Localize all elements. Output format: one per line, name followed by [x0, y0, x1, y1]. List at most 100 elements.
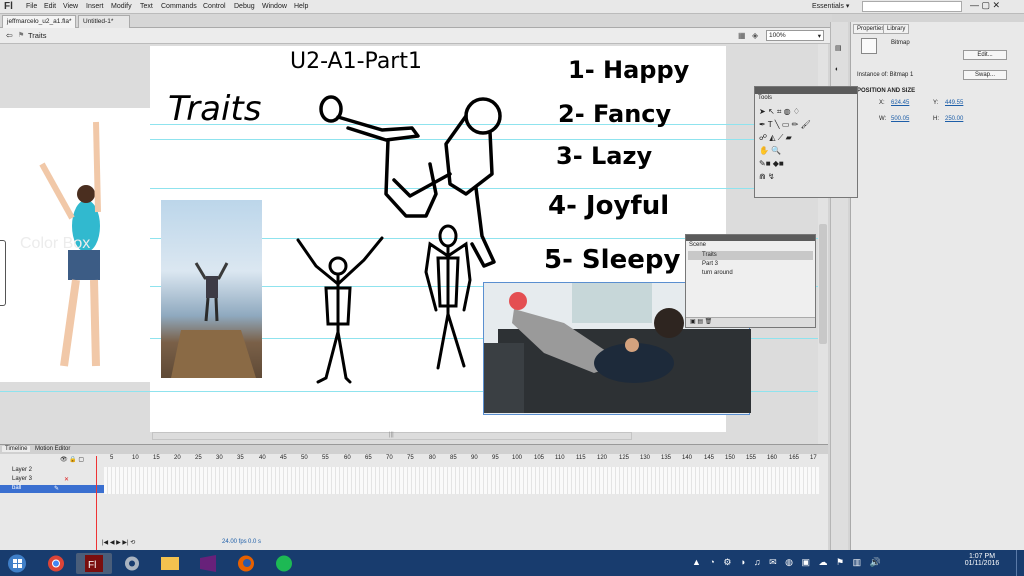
scene-footer-icons[interactable]: ▣ ▤ 🗑: [686, 317, 815, 327]
menu-control[interactable]: Control: [203, 3, 226, 10]
system-tray-icons[interactable]: ▲ ◔ ⚙ ◑ ♫ ✉ ◍ ▣ ☁ ⚑ ▥ 🔊: [692, 557, 884, 568]
eraser-icon[interactable]: ▰: [786, 133, 792, 142]
menu-file[interactable]: File: [26, 3, 37, 10]
layer-row[interactable]: Layer 3 ✕: [0, 476, 104, 484]
menu-edit[interactable]: Edit: [44, 3, 56, 10]
ruler-label: 85: [450, 455, 457, 461]
file-explorer-taskbar-icon[interactable]: [152, 553, 188, 574]
time-readout[interactable]: 0.0 s: [248, 539, 261, 545]
help-search-input[interactable]: [862, 1, 962, 12]
visual-studio-taskbar-icon[interactable]: [190, 553, 226, 574]
photo-woman-stretching[interactable]: Color Box: [0, 108, 150, 382]
zoom-tool-icon[interactable]: 🔍: [771, 146, 781, 155]
layer-row[interactable]: Layer 2: [0, 467, 104, 475]
y-value[interactable]: 449.55: [945, 100, 963, 106]
text-tool-icon[interactable]: T: [768, 120, 773, 129]
tools-titlebar[interactable]: [755, 87, 857, 94]
back-arrow-icon[interactable]: ⇦: [6, 31, 13, 40]
menu-text[interactable]: Text: [140, 3, 153, 10]
fps-readout[interactable]: 24.00 fps: [222, 539, 247, 545]
edit-scene-icon[interactable]: ▦: [738, 31, 746, 40]
tab-timeline[interactable]: Timeline: [2, 446, 31, 452]
pencil-icon[interactable]: ✎: [54, 485, 59, 492]
settings-taskbar-icon[interactable]: [114, 553, 150, 574]
scene-item-part3[interactable]: Part 3: [688, 260, 813, 269]
free-transform-tool-icon[interactable]: ⌗: [777, 107, 782, 116]
selection-tool-icon[interactable]: ➤: [759, 107, 766, 116]
start-button-icon[interactable]: [2, 553, 32, 574]
subselect-tool-icon[interactable]: ↖: [768, 107, 775, 116]
align-icon[interactable]: ▤: [835, 44, 842, 52]
menu-window[interactable]: Window: [262, 3, 287, 10]
drawing-layer[interactable]: U2-A1-Part1 Traits 1- Happy 2- Fancy 3- …: [150, 44, 726, 444]
bone-tool-icon[interactable]: ☍: [759, 133, 767, 142]
ruler-label: 110: [555, 455, 565, 461]
edit-symbol-icon[interactable]: ◈: [752, 31, 758, 40]
fill-color-icon[interactable]: ◆■: [773, 159, 784, 168]
tab-document-main[interactable]: jeffmarcelo_u2_a1.fla*: [2, 15, 76, 28]
eyedropper-icon[interactable]: ⟋: [778, 133, 784, 142]
trait-item-5: 5- Sleepy: [544, 245, 680, 275]
stroke-color-icon[interactable]: ✎■: [759, 159, 771, 168]
layer-row-selected[interactable]: ball ✎: [0, 485, 104, 493]
tool-grid[interactable]: ➤ ↖ ⌗ ◍ ♢ ✒ T ╲ ▭ ✏ 🖌 ☍ ◭ ⟋ ▰ ✋ 🔍 ✎■ ◆■ …: [759, 105, 855, 183]
ruler-label: 10: [132, 455, 139, 461]
menu-view[interactable]: View: [63, 3, 78, 10]
rectangle-tool-icon[interactable]: ▭: [782, 120, 790, 129]
workspace-selector[interactable]: Essentials ▾: [812, 2, 849, 10]
chrome-taskbar-icon[interactable]: [38, 553, 74, 574]
ruler-label: 100: [512, 455, 523, 461]
snap-icon[interactable]: ⋒: [759, 172, 766, 181]
scene-titlebar[interactable]: [686, 235, 815, 241]
hand-tool-icon[interactable]: ✋: [759, 146, 769, 155]
window-controls-icon[interactable]: — ▢ ✕: [970, 0, 1000, 11]
position-size-section: POSITION AND SIZE: [857, 88, 916, 94]
flash-taskbar-icon[interactable]: Fl: [76, 553, 112, 574]
tab-library[interactable]: Library: [883, 24, 910, 34]
playhead[interactable]: [96, 456, 97, 550]
scene-title: Scene: [689, 242, 707, 248]
playback-controls-icon[interactable]: |◀ ◀ ▶ ▶| ⟲: [102, 539, 135, 546]
hidden-x-icon[interactable]: ✕: [64, 476, 69, 483]
line-tool-icon[interactable]: ╲: [775, 120, 780, 129]
w-value[interactable]: 500.05: [891, 116, 909, 122]
tab-document-untitled[interactable]: Untitled-1*: [78, 15, 130, 28]
scene-item-turn-around[interactable]: turn around: [688, 269, 813, 278]
system-clock[interactable]: 1:07 PM 01/11/2016: [952, 553, 1012, 567]
color-icon[interactable]: ◐: [835, 66, 839, 73]
trait-item-2: 2- Fancy: [558, 100, 672, 128]
tab-motion-editor[interactable]: Motion Editor: [32, 446, 73, 452]
lasso-tool-icon[interactable]: ♢: [793, 107, 800, 116]
frame-grid[interactable]: [104, 467, 819, 494]
layer-name: Layer 3: [12, 476, 33, 482]
zoom-select[interactable]: 100% ▾: [766, 30, 824, 41]
scene-item-traits[interactable]: Traits: [688, 251, 813, 260]
firefox-taskbar-icon[interactable]: [228, 553, 264, 574]
timeline-tabs: Timeline Motion Editor: [0, 445, 828, 454]
edit-button[interactable]: Edit...: [963, 50, 1007, 60]
menu-insert[interactable]: Insert: [86, 3, 104, 10]
menu-help[interactable]: Help: [294, 3, 308, 10]
scene-item-label: Part 3: [702, 261, 719, 267]
pencil-tool-icon[interactable]: ✏: [792, 120, 799, 129]
brush-tool-icon[interactable]: 🖌: [801, 120, 811, 129]
paint-bucket-icon[interactable]: ◭: [769, 133, 775, 142]
tab-label: jeffmarcelo_u2_a1.fla*: [7, 18, 72, 25]
menu-debug[interactable]: Debug: [234, 3, 255, 10]
scene-breadcrumb[interactable]: Traits: [28, 31, 46, 40]
menu-commands[interactable]: Commands: [161, 3, 197, 10]
spotify-taskbar-icon[interactable]: [266, 553, 302, 574]
smooth-icon[interactable]: ↯: [768, 172, 775, 181]
show-desktop-button[interactable]: [1016, 550, 1024, 576]
scrollbar-thumb[interactable]: [819, 224, 827, 344]
x-value[interactable]: 624.45: [891, 100, 909, 106]
stage-edge-handle[interactable]: [0, 240, 6, 306]
menu-modify[interactable]: Modify: [111, 3, 132, 10]
layer-controls-icon[interactable]: 👁 🔒 ▢: [60, 456, 84, 463]
3d-rotation-tool-icon[interactable]: ◍: [784, 107, 791, 116]
h-value[interactable]: 250.00: [945, 116, 963, 122]
swap-button[interactable]: Swap...: [963, 70, 1007, 80]
ruler-label: 165: [789, 455, 800, 461]
horizontal-scrollbar[interactable]: |||: [152, 432, 632, 440]
pen-tool-icon[interactable]: ✒: [759, 120, 766, 129]
